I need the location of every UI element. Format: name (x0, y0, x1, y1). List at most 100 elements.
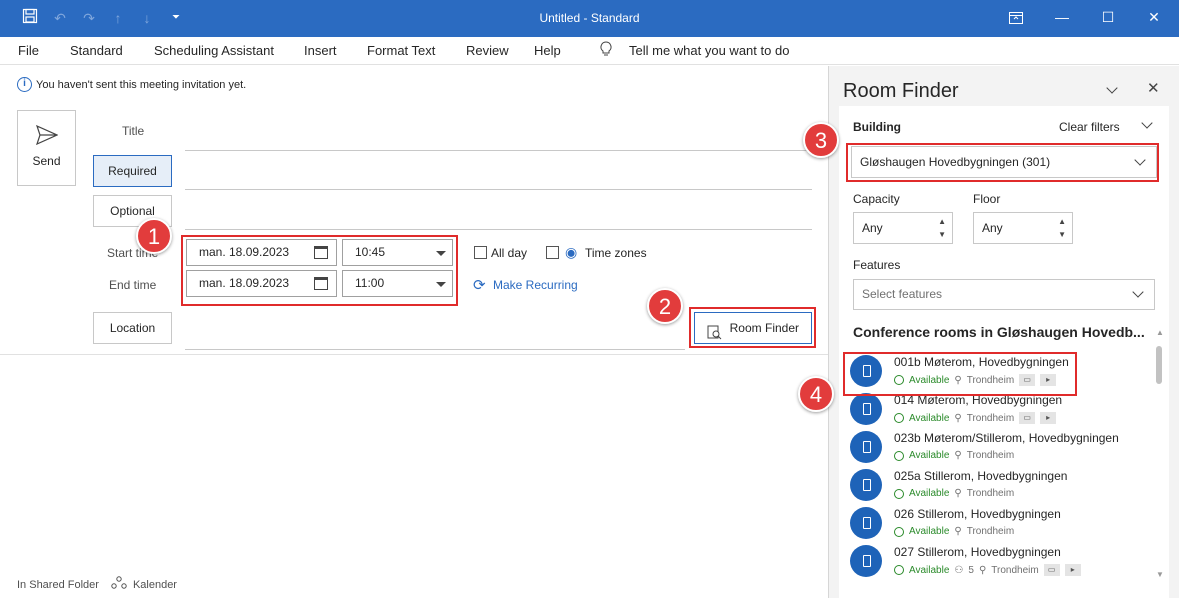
title-label: Title (122, 124, 145, 138)
make-recurring-link[interactable]: Make Recurring (493, 278, 578, 292)
annotation-badge-3: 3 (803, 122, 839, 158)
location-input[interactable] (185, 349, 685, 350)
location-pin-icon: ⚲ (954, 450, 962, 461)
clock-icon (894, 488, 904, 499)
room-location: Trondheim (966, 412, 1015, 424)
spin-up-icon[interactable]: ▲ (938, 218, 946, 226)
minimize-button[interactable]: — (1039, 0, 1085, 37)
ribbon-display-icon[interactable] (993, 0, 1039, 37)
room-item[interactable]: 025a Stillerom, Hovedbygningen Available… (848, 467, 1138, 505)
info-icon: i (17, 77, 32, 92)
room-location: Trondheim (991, 564, 1039, 576)
menu-review[interactable]: Review (466, 43, 509, 58)
spin-down-icon[interactable]: ▼ (938, 231, 946, 239)
room-item[interactable]: 023b Møterom/Stillerom, Hovedbygningen A… (848, 429, 1138, 467)
room-icon (850, 393, 882, 425)
time-zones-checkbox[interactable] (546, 246, 559, 259)
capacity-spinner[interactable]: Any ▲ ▼ (853, 212, 953, 244)
room-location: Trondheim (966, 488, 1015, 499)
folder-label: In Shared Folder (17, 578, 99, 591)
room-icon (850, 545, 882, 577)
capacity-label: Capacity (853, 192, 900, 206)
menu-standard[interactable]: Standard (70, 43, 123, 58)
shared-folder-icon (111, 576, 127, 593)
collapse-pane-icon[interactable] (1106, 82, 1118, 94)
highlight-building (846, 143, 1159, 182)
room-location: Trondheim (966, 450, 1015, 461)
room-status: Available (909, 412, 950, 424)
menu-scheduling-assistant[interactable]: Scheduling Assistant (154, 43, 274, 58)
scroll-down-icon[interactable]: ▼ (1156, 570, 1164, 579)
required-button[interactable]: Required (93, 155, 172, 187)
footer: In Shared Folder Kalender (17, 576, 177, 593)
highlight-first-room (843, 352, 1077, 396)
room-item[interactable]: 026 Stillerom, Hovedbygningen Available … (848, 505, 1138, 543)
send-label: Send (32, 154, 61, 168)
spin-up-icon[interactable]: ▲ (1058, 218, 1066, 226)
close-button[interactable]: ✕ (1131, 0, 1177, 37)
room-meta: Available ⚇ 5 ⚲ Trondheim ▭ ▸ (894, 564, 1081, 576)
room-icon (850, 469, 882, 501)
location-pin-icon: ⚲ (954, 488, 962, 499)
close-pane-icon[interactable]: ✕ (1147, 79, 1160, 97)
room-location: Trondheim (966, 526, 1015, 537)
rooms-scrollbar[interactable] (1156, 346, 1162, 384)
lightbulb-icon (600, 41, 612, 60)
clear-filters-link[interactable]: Clear filters (1059, 120, 1120, 134)
highlight-room-finder (689, 307, 816, 348)
video-icon: ▸ (1064, 564, 1081, 576)
menu-help[interactable]: Help (534, 43, 561, 58)
clock-icon (894, 565, 904, 575)
location-pin-icon: ⚲ (954, 412, 962, 424)
recurring-icon: ⟳ (473, 277, 486, 294)
location-pin-icon: ⚲ (954, 526, 962, 537)
chevron-down-icon (1132, 286, 1144, 298)
highlight-datetime (181, 235, 458, 306)
annotation-badge-2: 2 (647, 288, 683, 324)
tell-me-search[interactable]: Tell me what you want to do (629, 43, 789, 58)
room-status: Available (909, 488, 950, 499)
info-text: You haven't sent this meeting invitation… (36, 78, 247, 91)
chevron-down-icon[interactable] (1141, 117, 1153, 129)
info-bar: i You haven't sent this meeting invitati… (17, 77, 246, 92)
menu-insert[interactable]: Insert (304, 43, 337, 58)
title-input[interactable] (185, 150, 812, 151)
calendar-name: Kalender (132, 578, 177, 591)
clock-icon (894, 526, 904, 537)
room-status: Available (909, 450, 950, 461)
video-icon: ▸ (1040, 412, 1057, 424)
room-item[interactable]: 027 Stillerom, Hovedbygningen Available … (848, 543, 1138, 581)
divider (0, 354, 828, 355)
send-button[interactable]: Send (17, 110, 76, 186)
room-name: 025a Stillerom, Hovedbygningen (894, 469, 1068, 483)
menu-bar: File Standard Scheduling Assistant Inser… (0, 37, 1179, 65)
globe-icon: ◉ (565, 244, 578, 260)
all-day-checkbox[interactable] (474, 246, 487, 259)
floor-value: Any (982, 221, 1003, 235)
display-icon: ▭ (1019, 412, 1036, 424)
features-select[interactable]: Select features (853, 279, 1155, 310)
title-bar: ↶ ↷ ↑ ↓ ⏷ Untitled - Standard — ☐ ✕ (0, 0, 1179, 37)
location-button[interactable]: Location (93, 312, 172, 344)
floor-spinner[interactable]: Any ▲ ▼ (973, 212, 1073, 244)
spin-down-icon[interactable]: ▼ (1058, 231, 1066, 239)
required-input[interactable] (185, 189, 812, 190)
room-meta: Available ⚲ Trondheim ▭ ▸ (894, 412, 1057, 424)
building-label: Building (853, 120, 901, 134)
room-name: 027 Stillerom, Hovedbygningen (894, 545, 1061, 559)
scroll-up-icon[interactable]: ▲ (1156, 328, 1164, 337)
room-capacity: 5 (968, 564, 974, 576)
maximize-button[interactable]: ☐ (1085, 0, 1131, 37)
clock-icon (894, 413, 904, 423)
room-name: 026 Stillerom, Hovedbygningen (894, 507, 1061, 521)
room-item[interactable]: 014 Møterom, Hovedbygningen Available ⚲ T… (848, 391, 1138, 429)
room-status: Available (909, 564, 950, 576)
menu-format-text[interactable]: Format Text (367, 43, 435, 58)
menu-file[interactable]: File (18, 43, 39, 58)
pane-title: Room Finder (843, 80, 959, 102)
display-icon: ▭ (1043, 564, 1060, 576)
all-day-label: All day (491, 246, 528, 260)
send-icon (35, 124, 58, 146)
time-zones-label: Time zones (585, 246, 647, 260)
optional-input[interactable] (185, 229, 812, 230)
